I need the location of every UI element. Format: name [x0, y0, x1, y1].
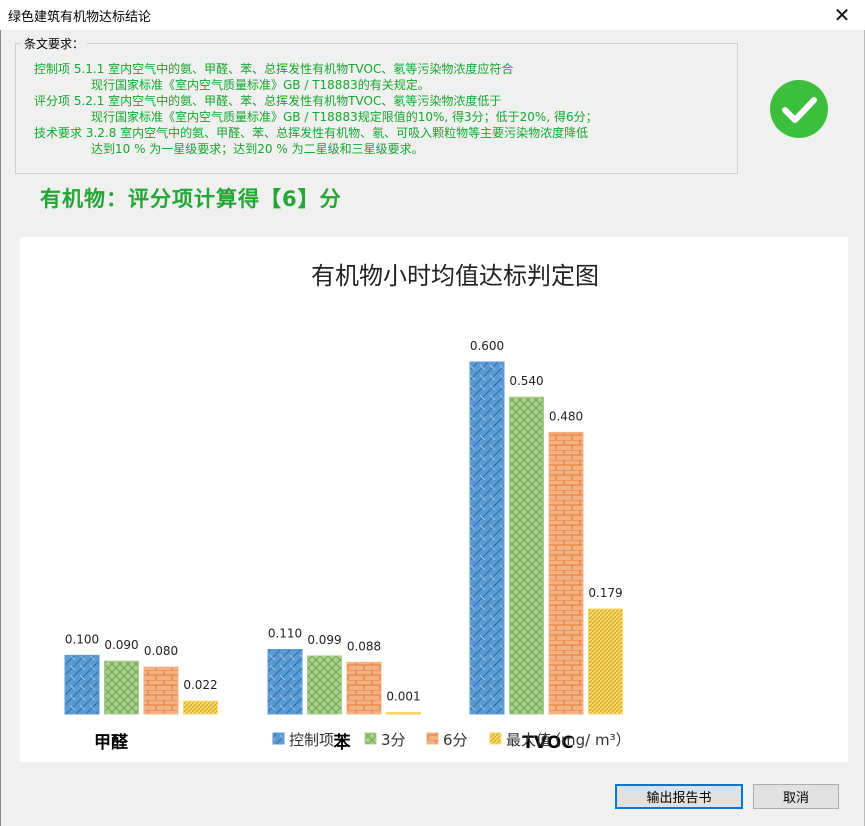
bar-2-3	[346, 661, 382, 715]
legend-label: 最大值	[506, 731, 551, 749]
export-report-button[interactable]: 输出报告书	[615, 784, 743, 809]
bar-1-3	[143, 666, 179, 715]
bar-value-label: 0.100	[65, 632, 99, 646]
bar-value-label: 0.088	[347, 639, 381, 653]
bar-value-label: 0.540	[509, 374, 543, 388]
bar-value-label: 0.110	[268, 626, 302, 640]
legend-label: 3分	[381, 731, 406, 749]
bar-value-label: 0.080	[144, 644, 178, 658]
bar-value-label: 0.099	[307, 633, 341, 647]
bar-2-4	[386, 712, 421, 715]
bar-3-1	[469, 361, 505, 715]
bar-chart: 0.100 0.090 0.080 0.022 甲醛 0.110 0.099 0.088 0.0…	[64, 339, 631, 753]
bar-3-3	[548, 431, 584, 715]
bar-2-2	[307, 655, 342, 715]
legend-swatch	[272, 732, 285, 745]
bar-value-label: 0.179	[588, 586, 622, 600]
bar-value-label: 0.090	[104, 638, 138, 652]
bar-1-4	[183, 700, 218, 715]
bar-3-4	[588, 608, 623, 715]
legend-label: 6分	[443, 731, 468, 749]
bar-2-1	[267, 648, 303, 715]
category-label: 苯	[333, 732, 351, 753]
legend-label: 控制项	[289, 731, 334, 749]
legend-swatch	[364, 732, 377, 745]
category-label: 甲醛	[94, 732, 129, 753]
bar-value-label: 0.480	[549, 409, 583, 423]
bar-value-label: 0.600	[470, 339, 504, 353]
bar-value-label: 0.022	[183, 678, 217, 692]
bar-1-1	[64, 654, 100, 715]
cancel-button[interactable]: 取消	[753, 784, 839, 809]
bar-1-2	[104, 660, 139, 715]
legend-swatch	[426, 732, 439, 745]
bar-3-2	[509, 396, 544, 715]
legend-swatch	[489, 732, 502, 745]
bar-value-label: 0.001	[386, 690, 420, 704]
unit-label: （mg/ m³）	[546, 731, 631, 749]
